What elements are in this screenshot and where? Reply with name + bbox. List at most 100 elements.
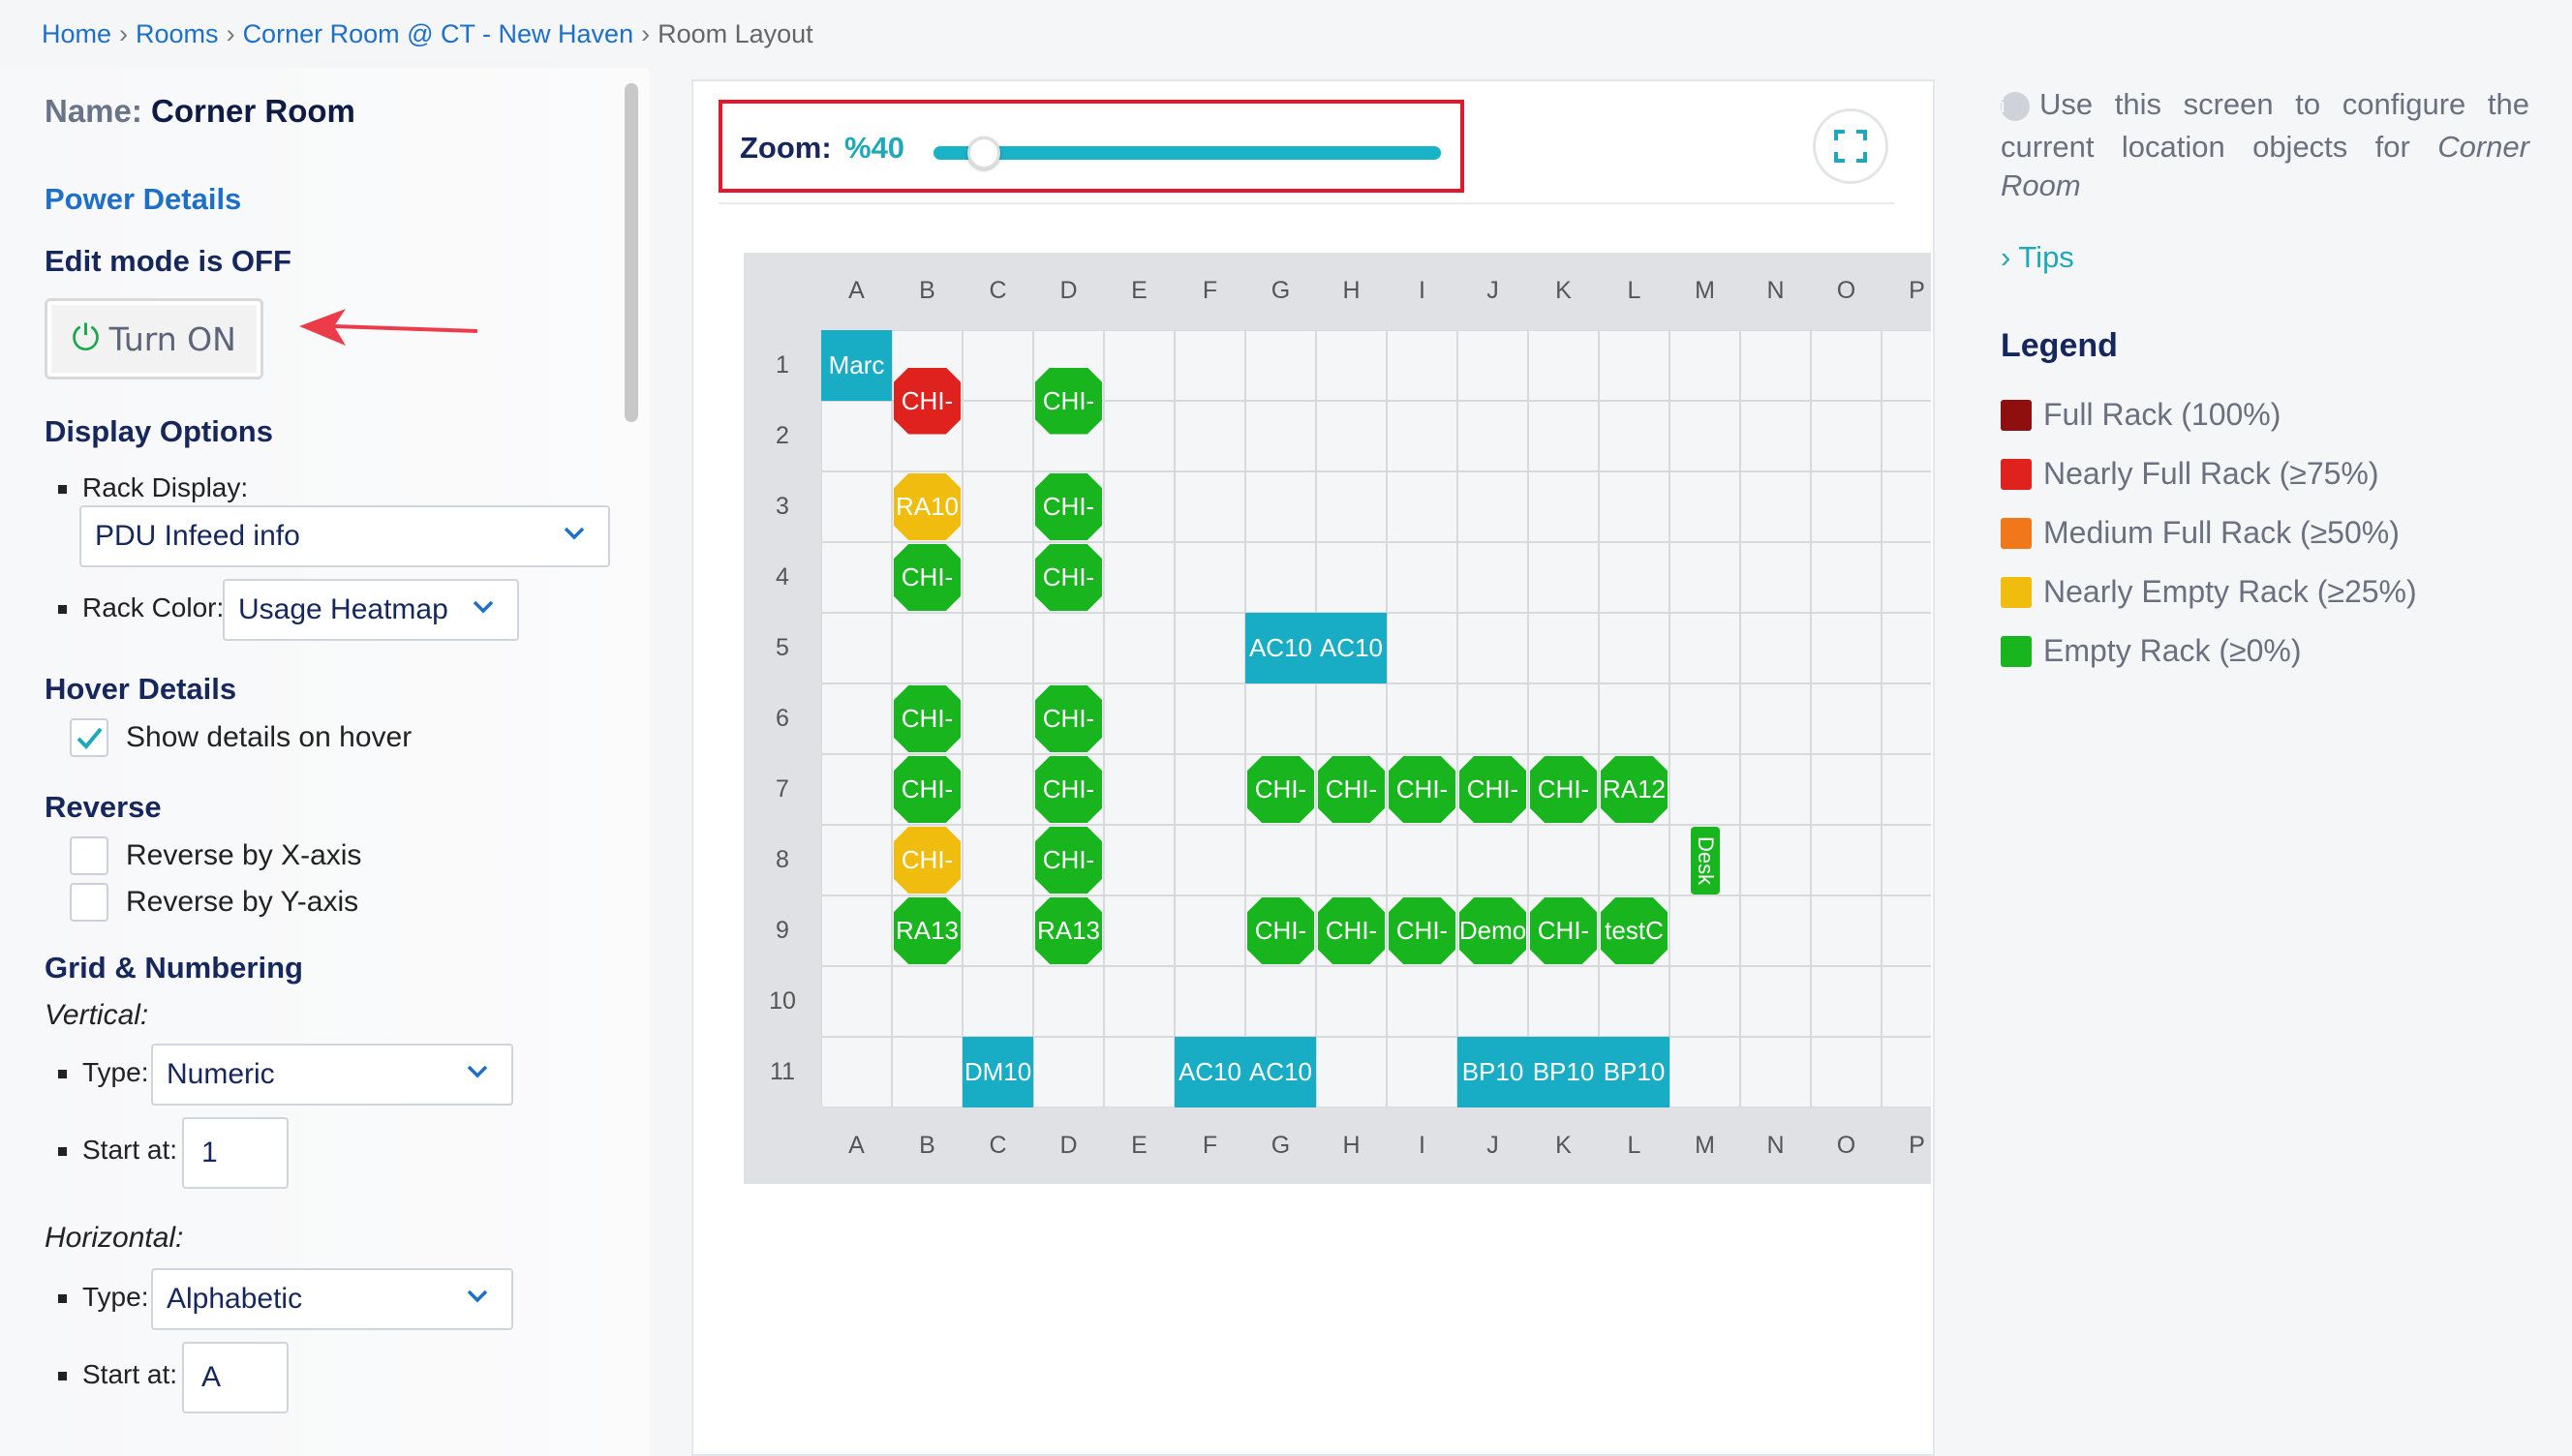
grid-cell[interactable] [1457, 401, 1528, 471]
grid-cell[interactable] [1457, 825, 1528, 895]
reverse-y-checkbox[interactable] [70, 883, 108, 922]
breadcrumb-home-link[interactable]: Home [42, 19, 111, 48]
rack-chi[interactable]: CHI- [1389, 897, 1455, 964]
grid-cell[interactable] [1811, 966, 1882, 1037]
grid-cell[interactable] [1811, 683, 1882, 754]
grid-cell[interactable] [1457, 542, 1528, 613]
grid-cell[interactable] [963, 683, 1033, 754]
breadcrumb-rooms-link[interactable]: Rooms [136, 19, 219, 48]
rack-chi[interactable]: CHI- [1035, 544, 1102, 611]
rack-display-select[interactable]: PDU Infeed info [79, 505, 610, 567]
grid-cell[interactable] [821, 401, 892, 471]
grid-cell[interactable] [1599, 542, 1669, 613]
grid-cell[interactable] [821, 683, 892, 754]
rack-chi[interactable]: CHI- [1035, 827, 1102, 894]
horizontal-start-input[interactable]: A [182, 1342, 289, 1413]
grid-cell[interactable] [1669, 330, 1740, 401]
grid-cell[interactable] [1457, 613, 1528, 683]
grid-cell[interactable] [1175, 471, 1245, 542]
grid-cell[interactable] [963, 966, 1033, 1037]
rack-chi[interactable]: CHI- [894, 827, 961, 894]
tips-toggle[interactable]: › Tips [2001, 240, 2074, 275]
grid-cell[interactable] [1387, 825, 1457, 895]
grid-cell[interactable] [1669, 613, 1740, 683]
grid-cell[interactable] [963, 471, 1033, 542]
power-details-link[interactable]: Power Details [45, 182, 241, 217]
rack-ra12[interactable]: RA12 [1601, 756, 1668, 823]
grid-cell[interactable] [1245, 542, 1316, 613]
rack-chi[interactable]: CHI- [1459, 756, 1526, 823]
grid-cell[interactable] [821, 825, 892, 895]
grid-cell[interactable] [1669, 1037, 1740, 1107]
grid-cell[interactable] [892, 966, 963, 1037]
grid-cell[interactable] [1528, 613, 1599, 683]
grid-cell[interactable] [1740, 754, 1811, 825]
grid-cell[interactable] [821, 966, 892, 1037]
grid-cell[interactable] [1669, 542, 1740, 613]
room-grid[interactable]: A A B B C C D D E E F F G G H H I I J J K K L L M M N N O O P P 1 2 3 4 5 6 7 8… [744, 253, 1931, 1184]
grid-cell[interactable] [1245, 825, 1316, 895]
rack-chi[interactable]: CHI- [894, 685, 961, 752]
grid-cell[interactable] [1387, 330, 1457, 401]
rack-chi[interactable]: CHI- [1035, 473, 1102, 540]
grid-cell[interactable] [1175, 895, 1245, 966]
grid-cell[interactable] [1882, 683, 1931, 754]
grid-cell[interactable] [821, 754, 892, 825]
rack-ra10[interactable]: RA10 [894, 473, 961, 540]
grid-cell[interactable] [1457, 683, 1528, 754]
floor-object-ac10[interactable]: AC10 [1175, 1037, 1245, 1107]
grid-cell[interactable] [1387, 471, 1457, 542]
grid-cell[interactable] [1316, 401, 1387, 471]
grid-cell[interactable] [1599, 683, 1669, 754]
zoom-slider-handle[interactable] [967, 136, 1001, 169]
rack-chi[interactable]: CHI- [1247, 756, 1314, 823]
grid-cell[interactable] [1882, 613, 1931, 683]
vertical-start-input[interactable]: 1 [182, 1117, 289, 1189]
grid-cell[interactable] [1104, 471, 1175, 542]
rack-desk[interactable]: Desk [1691, 827, 1720, 895]
reverse-y-row[interactable]: Reverse by Y-axis [70, 883, 358, 922]
grid-cell[interactable] [1104, 825, 1175, 895]
grid-cell[interactable] [1104, 895, 1175, 966]
grid-cell[interactable] [1245, 471, 1316, 542]
grid-cell[interactable] [1104, 330, 1175, 401]
grid-cell[interactable] [1387, 613, 1457, 683]
grid-cell[interactable] [1104, 1037, 1175, 1107]
reverse-x-checkbox[interactable] [70, 836, 108, 875]
grid-cell[interactable] [1811, 825, 1882, 895]
grid-cell[interactable] [1245, 966, 1316, 1037]
grid-cell[interactable] [1740, 542, 1811, 613]
grid-cell[interactable] [963, 825, 1033, 895]
grid-cell[interactable] [1316, 471, 1387, 542]
grid-cell[interactable] [1316, 966, 1387, 1037]
grid-cell[interactable] [1669, 966, 1740, 1037]
grid-cell[interactable] [1175, 401, 1245, 471]
grid-cell[interactable] [1457, 966, 1528, 1037]
grid-cell[interactable] [1245, 401, 1316, 471]
grid-cell[interactable] [1387, 401, 1457, 471]
grid-cell[interactable] [1740, 825, 1811, 895]
grid-cell[interactable] [1104, 613, 1175, 683]
grid-cell[interactable] [1599, 471, 1669, 542]
grid-cell[interactable] [1528, 683, 1599, 754]
grid-cell[interactable] [1599, 330, 1669, 401]
grid-cell[interactable] [1669, 895, 1740, 966]
grid-cell[interactable] [1528, 542, 1599, 613]
grid-cell[interactable] [1669, 683, 1740, 754]
grid-cell[interactable] [1740, 1037, 1811, 1107]
grid-cell[interactable] [1882, 471, 1931, 542]
grid-cell[interactable] [1811, 895, 1882, 966]
grid-cell[interactable] [1740, 966, 1811, 1037]
grid-cell[interactable] [1175, 613, 1245, 683]
grid-cell[interactable] [1528, 401, 1599, 471]
grid-cell[interactable] [1104, 542, 1175, 613]
grid-cell[interactable] [821, 895, 892, 966]
turn-on-button[interactable]: ⏻ Turn ON [45, 298, 263, 379]
floor-object-ac10[interactable]: AC10 [1245, 1037, 1316, 1107]
rack-chi[interactable]: CHI- [1035, 685, 1102, 752]
grid-cell[interactable] [1599, 613, 1669, 683]
floor-object-marc[interactable]: Marc [821, 330, 892, 401]
grid-cell[interactable] [1882, 330, 1931, 401]
grid-cell[interactable] [821, 613, 892, 683]
rack-chi[interactable]: CHI- [1318, 756, 1385, 823]
